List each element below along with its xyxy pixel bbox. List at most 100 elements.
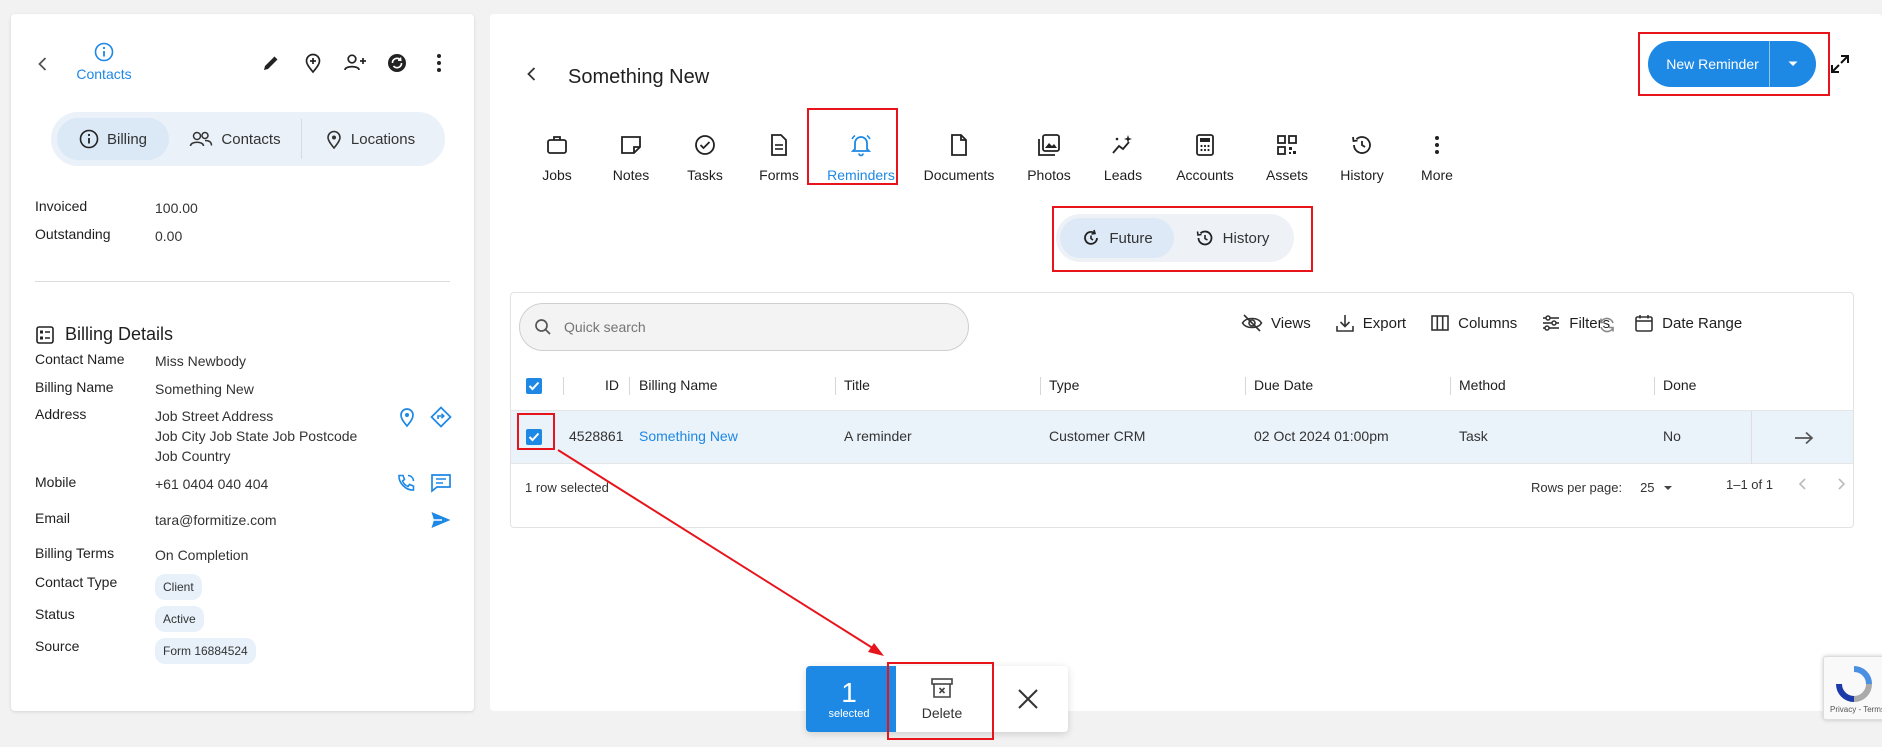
main-back-button[interactable] [522, 64, 542, 84]
columns-button[interactable]: Columns [1430, 313, 1517, 333]
info-icon [79, 129, 99, 149]
refresh-button[interactable] [1597, 315, 1617, 335]
date-range-button[interactable]: Date Range [1634, 313, 1742, 333]
column-header-done[interactable]: Done [1663, 377, 1696, 393]
tab-forms[interactable]: Forms [742, 119, 816, 189]
column-header-id[interactable]: ID [605, 377, 619, 393]
edit-button[interactable] [258, 50, 284, 76]
back-button[interactable] [33, 54, 55, 76]
column-header-title[interactable]: Title [844, 377, 870, 393]
address-directions-button[interactable] [430, 406, 452, 428]
chevron-left-icon [527, 67, 536, 81]
column-header-billing-name[interactable]: Billing Name [639, 377, 718, 393]
billing-name-label: Billing Name [35, 379, 114, 395]
more-options-button[interactable] [426, 50, 452, 76]
location-icon [400, 408, 414, 428]
toggle-history[interactable]: History [1174, 218, 1290, 258]
billing-details-heading: Billing Details [35, 324, 173, 345]
cell-billing-name-link[interactable]: Something New [639, 428, 738, 444]
contact-name-value: Miss Newbody [155, 353, 247, 369]
tab-reminders[interactable]: Reminders [816, 119, 906, 189]
tab-more[interactable]: More [1400, 119, 1474, 189]
address-map-button[interactable] [398, 406, 416, 428]
tab-accounts[interactable]: Accounts [1160, 119, 1250, 189]
calculator-icon [1196, 134, 1214, 156]
billing-details-title: Billing Details [65, 324, 174, 344]
tab-history-label: History [1340, 167, 1384, 183]
segment-contacts[interactable]: Contacts [169, 118, 301, 160]
segment-billing-label: Billing [106, 130, 148, 148]
tab-leads[interactable]: Leads [1086, 119, 1160, 189]
status-chip: Active [155, 606, 204, 632]
billing-details-icon [36, 325, 54, 344]
search-input[interactable] [564, 319, 944, 335]
tab-more-label: More [1421, 167, 1453, 183]
send-email-button[interactable] [430, 510, 452, 530]
expand-button[interactable] [1830, 54, 1850, 74]
column-header-due-date[interactable]: Due Date [1254, 377, 1313, 393]
column-header-type[interactable]: Type [1049, 377, 1079, 393]
tab-documents[interactable]: Documents [906, 119, 1012, 189]
contacts-nav-button[interactable]: Contacts [71, 42, 137, 82]
delete-label: Delete [921, 705, 963, 721]
tab-documents-label: Documents [923, 167, 995, 183]
clear-selection-button[interactable] [988, 666, 1068, 732]
sync-button[interactable] [384, 50, 410, 76]
reminders-table: Views Export Columns Filters Date Range [510, 292, 1854, 528]
column-header-method[interactable]: Method [1459, 377, 1506, 393]
columns-icon [1431, 315, 1449, 331]
table-row[interactable]: 4528861 Something New A reminder Custome… [511, 411, 1853, 464]
sync-circle-icon [388, 54, 406, 72]
sms-button[interactable] [430, 473, 452, 493]
column-divider [1245, 377, 1246, 395]
export-label: Export [1362, 314, 1407, 332]
recaptcha-badge[interactable]: Privacy - Terms [1823, 656, 1882, 720]
open-row-button[interactable] [1751, 411, 1855, 464]
sidebar-segment: Billing Contacts Locations [51, 112, 445, 166]
previous-page-button[interactable] [1795, 476, 1811, 492]
email-value: tara@formitize.com [155, 512, 277, 528]
add-location-button[interactable] [300, 50, 326, 76]
qr-icon [1277, 135, 1297, 155]
quick-search[interactable] [519, 303, 969, 351]
tab-photos[interactable]: Photos [1012, 119, 1086, 189]
tab-jobs-label: Jobs [542, 167, 572, 183]
tab-notes[interactable]: Notes [594, 119, 668, 189]
new-reminder-dropdown[interactable] [1770, 60, 1816, 68]
info-icon [94, 42, 114, 62]
sidebar-header: Contacts [11, 14, 474, 114]
divider [35, 281, 450, 282]
tab-assets[interactable]: Assets [1250, 119, 1324, 189]
tab-jobs[interactable]: Jobs [520, 119, 594, 189]
delete-button[interactable]: Delete [892, 666, 988, 732]
toggle-future[interactable]: Future [1060, 218, 1174, 258]
cell-title: A reminder [844, 428, 912, 444]
more-vertical-icon [437, 54, 441, 72]
source-chip: Form 16884524 [155, 638, 256, 664]
row-checkbox[interactable] [526, 429, 542, 445]
add-contact-button[interactable] [342, 50, 368, 76]
tab-history[interactable]: History [1324, 119, 1400, 189]
segment-locations[interactable]: Locations [302, 118, 438, 160]
selected-count-badge: 1 selected [806, 666, 892, 732]
contacts-nav-label: Contacts [76, 66, 132, 82]
select-all-checkbox[interactable] [526, 378, 542, 394]
directions-icon [430, 406, 452, 428]
recaptcha-logo-icon [1836, 666, 1872, 702]
call-button[interactable] [396, 473, 416, 493]
location-icon [327, 130, 341, 149]
more-vertical-icon [1435, 136, 1439, 154]
people-icon [190, 131, 213, 147]
export-button[interactable]: Export [1335, 313, 1406, 333]
new-reminder-button[interactable]: New Reminder [1648, 41, 1816, 87]
segment-billing[interactable]: Billing [57, 118, 169, 160]
email-label: Email [35, 510, 71, 526]
rows-per-page-select[interactable]: 25 [1640, 480, 1672, 495]
views-button[interactable]: Views [1241, 313, 1311, 333]
tab-tasks[interactable]: Tasks [668, 119, 742, 189]
sparkle-icon [1112, 135, 1132, 154]
selected-count-text: 1 row selected [525, 480, 609, 495]
next-page-button[interactable] [1833, 476, 1849, 492]
segment-locations-label: Locations [350, 130, 416, 148]
mobile-label: Mobile [35, 474, 77, 490]
